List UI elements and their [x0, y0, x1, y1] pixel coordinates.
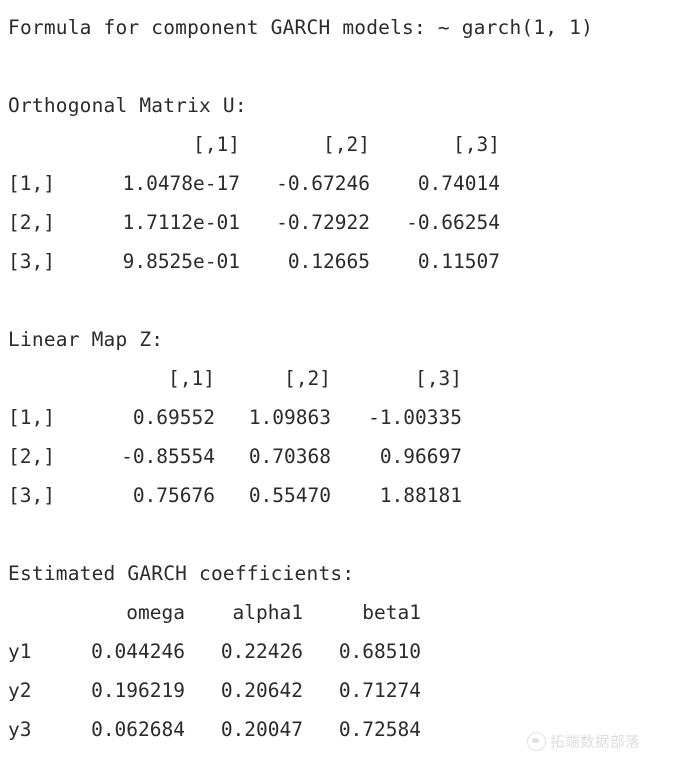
table-cell: 0.68510 — [338, 640, 421, 663]
matrix-cell: 0.12665 — [287, 250, 370, 273]
r-console-output: Formula for component GARCH models: ~ ga… — [0, 0, 685, 777]
matrix-row: [2,] 1.7112e-01 -0.72922 -0.66254 — [8, 203, 685, 242]
matrix-cell: 1.88181 — [379, 484, 462, 507]
column-header: omega — [126, 601, 185, 624]
matrix-cell: -0.72922 — [276, 211, 370, 234]
matrix-row: [1,] 1.0478e-17 -0.67246 0.74014 — [8, 164, 685, 203]
table-cell: 0.71274 — [338, 679, 421, 702]
matrix-row: [1,] 0.69552 1.09863 -1.00335 — [8, 398, 685, 437]
matrix-cell: -1.00335 — [368, 406, 462, 429]
table-cell: 0.196219 — [91, 679, 185, 702]
table-cell: 0.22426 — [220, 640, 303, 663]
matrix-header-row: [,1] [,2] [,3] — [8, 125, 685, 164]
matrix-header-row: [,1] [,2] [,3] — [8, 359, 685, 398]
matrix-cell: 0.96697 — [379, 445, 462, 468]
table-row: y2 0.196219 0.20642 0.71274 — [8, 671, 685, 710]
table-cell: 0.72584 — [338, 718, 421, 741]
matrix-row: [3,] 9.8525e-01 0.12665 0.11507 — [8, 242, 685, 281]
orthogonal-matrix-heading: Orthogonal Matrix U: — [8, 94, 247, 117]
matrix-cell: 1.7112e-01 — [122, 211, 240, 234]
row-label: [2,] — [8, 445, 55, 468]
matrix-cell: 0.70368 — [248, 445, 331, 468]
row-label: [3,] — [8, 484, 55, 507]
column-header: [,3] — [415, 367, 462, 390]
garch-coefficients-table: omega alpha1 beta1 y1 0.044246 0.22426 0… — [8, 593, 685, 749]
table-cell: 0.044246 — [91, 640, 185, 663]
matrix-cell: -0.85554 — [121, 445, 215, 468]
matrix-cell: 0.55470 — [248, 484, 331, 507]
table-header-row: omega alpha1 beta1 — [8, 593, 685, 632]
column-header: [,2] — [284, 367, 331, 390]
column-header: alpha1 — [232, 601, 303, 624]
column-header: beta1 — [362, 601, 421, 624]
table-row: y1 0.044246 0.22426 0.68510 — [8, 632, 685, 671]
row-label: [1,] — [8, 406, 55, 429]
matrix-cell: 0.75676 — [132, 484, 215, 507]
column-header: [,1] — [193, 133, 240, 156]
matrix-cell: 0.74014 — [417, 172, 500, 195]
row-label: y1 — [8, 640, 32, 663]
matrix-cell: 0.11507 — [417, 250, 500, 273]
matrix-cell: -0.66254 — [406, 211, 500, 234]
column-header: [,1] — [168, 367, 215, 390]
row-label: y2 — [8, 679, 32, 702]
matrix-cell: 1.0478e-17 — [122, 172, 240, 195]
column-header: [,3] — [453, 133, 500, 156]
row-label: [1,] — [8, 172, 55, 195]
matrix-cell: 1.09863 — [248, 406, 331, 429]
formula-line: Formula for component GARCH models: ~ ga… — [8, 16, 594, 39]
linear-map-z-table: [,1] [,2] [,3] [1,] 0.69552 1.09863 -1.0… — [8, 359, 685, 515]
table-cell: 0.062684 — [91, 718, 185, 741]
matrix-cell: -0.67246 — [276, 172, 370, 195]
row-label: y3 — [8, 718, 32, 741]
table-cell: 0.20047 — [220, 718, 303, 741]
linear-map-heading: Linear Map Z: — [8, 328, 164, 351]
matrix-row: [3,] 0.75676 0.55470 1.88181 — [8, 476, 685, 515]
matrix-cell: 0.69552 — [132, 406, 215, 429]
row-label: [2,] — [8, 211, 55, 234]
garch-coefficients-heading: Estimated GARCH coefficients: — [8, 562, 355, 585]
column-header: [,2] — [323, 133, 370, 156]
matrix-cell: 9.8525e-01 — [122, 250, 240, 273]
orthogonal-matrix-u-table: [,1] [,2] [,3] [1,] 1.0478e-17 -0.67246 … — [8, 125, 685, 281]
table-cell: 0.20642 — [220, 679, 303, 702]
matrix-row: [2,] -0.85554 0.70368 0.96697 — [8, 437, 685, 476]
row-label: [3,] — [8, 250, 55, 273]
table-row: y3 0.062684 0.20047 0.72584 — [8, 710, 685, 749]
